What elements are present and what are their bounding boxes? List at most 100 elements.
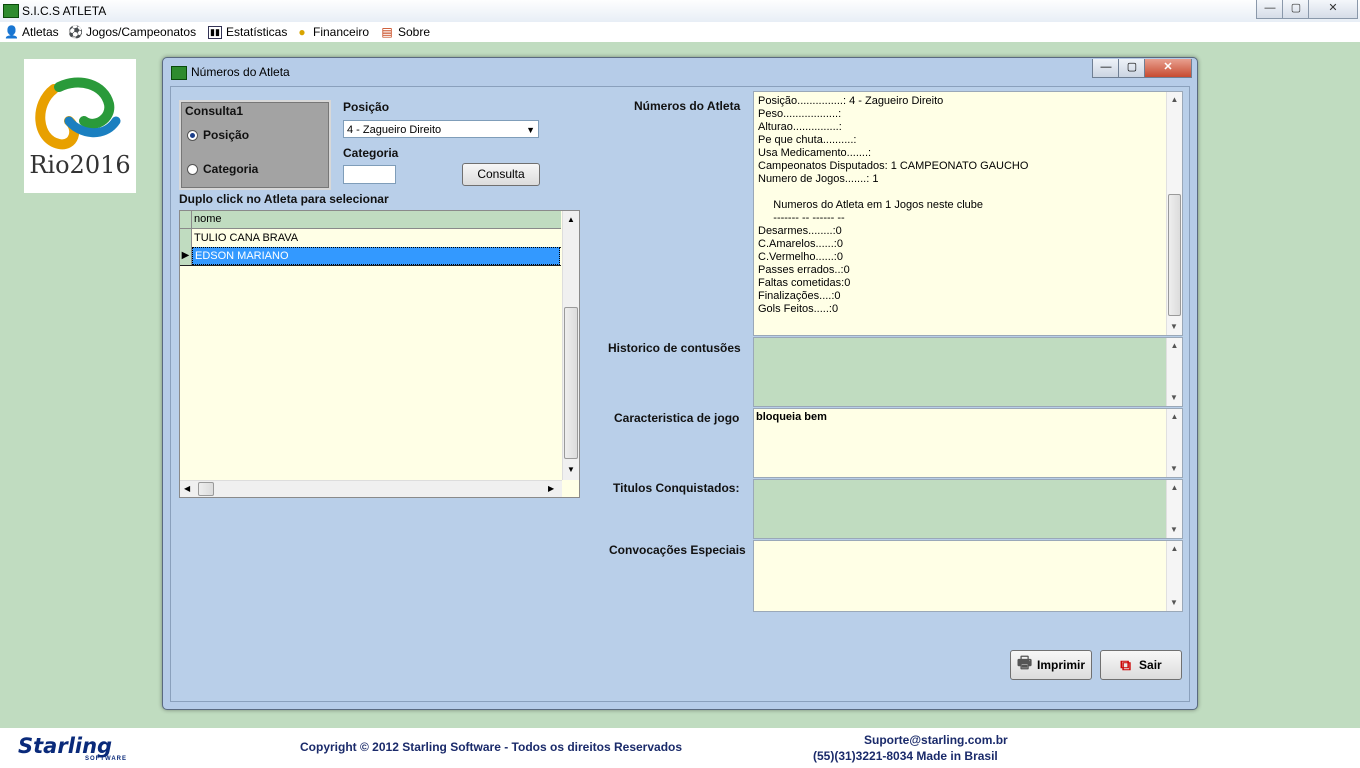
support-email[interactable]: Suporte@starling.com.br [864,733,1008,747]
row-nome[interactable]: TULIO CANA BRAVA [194,232,298,244]
app-icon [3,4,19,18]
titulos-scrollbar[interactable]: ▲ ▼ [1166,480,1182,538]
scroll-up-icon[interactable]: ▲ [1167,95,1182,104]
starling-logo: Starling [18,734,113,758]
chevron-down-icon[interactable]: ▼ [526,121,535,139]
radio-posicao-indicator[interactable] [187,129,198,141]
categoria-input[interactable] [343,165,396,184]
window-title: Números do Atleta [191,65,290,79]
menubar: 👤 Atletas ⚽ Jogos/Campeonatos ▮▮ Estatís… [0,22,1360,42]
posicao-value: 4 - Zagueiro Direito [347,124,442,136]
scroll-up-icon[interactable]: ▲ [1167,483,1182,492]
numeros-line: Campeonatos Disputados: 1 CAMPEONATO GAU… [758,160,1029,172]
posicao-label: Posição [343,100,390,114]
scroll-down-icon[interactable]: ▼ [1170,464,1178,473]
menu-label: Jogos/Campeonatos [86,25,197,39]
scroll-up-icon[interactable]: ▲ [1167,412,1182,421]
logo-text: Rio2016 [29,151,131,179]
sair-button[interactable]: ⧉ Sair [1100,650,1182,680]
numeros-content: Posição...............: 4 - Zagueiro Dir… [758,95,1028,316]
menu-label: Atletas [22,25,59,39]
menu-atletas[interactable]: 👤 Atletas [4,24,59,40]
radio-categoria[interactable]: Categoria [187,162,258,176]
scroll-down-icon[interactable]: ▼ [1170,598,1178,607]
numeros-line: ------- -- ------ -- [758,212,845,224]
menu-label: Financeiro [313,25,370,39]
numeros-line: Finalizações....:0 [758,290,841,302]
grid-header: nome [180,211,561,229]
scroll-up-icon[interactable]: ▲ [567,215,575,224]
radio-categoria-indicator[interactable] [187,163,198,175]
numeros-line: C.Amarelos......:0 [758,238,843,250]
child-minimize-button[interactable]: — [1092,59,1120,78]
caracteristica-scrollbar[interactable]: ▲ ▼ [1166,409,1182,477]
grid-hscroll-thumb[interactable] [198,482,214,496]
posicao-combobox[interactable]: 4 - Zagueiro Direito ▼ [343,120,539,138]
atletas-grid[interactable]: nome TULIO CANA BRAVA ▶ EDSON MARIANO ▲ … [179,210,580,498]
menu-financeiro[interactable]: ● Financeiro [295,24,369,40]
child-maximize-button[interactable]: ▢ [1118,59,1146,78]
maximize-button[interactable]: ▢ [1282,0,1310,19]
consulta-group: Consulta1 Posição Categoria [179,100,331,190]
numeros-scrollbar[interactable]: ▲ ▼ [1166,92,1182,335]
window-icon [171,66,187,80]
historico-textarea[interactable]: ▲ ▼ [753,337,1183,407]
grid-vertical-scrollbar[interactable]: ▲ ▼ [562,211,579,480]
printer-icon: 🖶 [1016,654,1033,672]
menu-sobre[interactable]: ▤ Sobre [380,24,430,40]
scroll-down-icon[interactable]: ▼ [1170,322,1178,331]
historico-scrollbar[interactable]: ▲ ▼ [1166,338,1182,406]
radio-posicao[interactable]: Posição [187,128,249,142]
support-phone: (55)(31)3221-8034 Made in Brasil [813,749,998,763]
scroll-left-icon[interactable]: ◀ [184,484,190,493]
scroll-down-icon[interactable]: ▼ [1170,525,1178,534]
caracteristica-value: bloqueia bem [756,411,827,423]
grid-horizontal-scrollbar[interactable]: ◀ ▶ [180,480,562,497]
numeros-line: Numero de Jogos.......: 1 [758,173,879,185]
rio2016-logo: Rio2016 [24,59,136,193]
scroll-up-icon[interactable]: ▲ [1167,544,1182,553]
soccer-ball-icon: ⚽ [68,25,83,39]
child-close-button[interactable]: ✕ [1144,59,1192,78]
numeros-line: Usa Medicamento.......: [758,147,872,159]
convocacoes-scrollbar[interactable]: ▲ ▼ [1166,541,1182,611]
scroll-down-icon[interactable]: ▼ [1170,393,1178,402]
historico-label: Historico de contusões [608,341,741,355]
scroll-right-icon[interactable]: ▶ [548,484,554,493]
grid-header-indicator [180,211,192,228]
scroll-up-icon[interactable]: ▲ [1167,341,1182,350]
numeros-label: Números do Atleta [634,99,741,113]
sair-label: Sair [1139,658,1162,672]
numeros-scroll-thumb[interactable] [1168,194,1181,316]
titulos-label: Titulos Conquistados: [613,481,740,495]
convocacoes-textarea[interactable]: ▲ ▼ [753,540,1183,612]
consulta-button[interactable]: Consulta [462,163,540,186]
grid-scroll-thumb[interactable] [564,307,578,459]
coins-icon: ● [298,25,306,39]
imprimir-label: Imprimir [1037,658,1086,672]
numeros-line: Alturao...............: [758,121,842,133]
titulos-textarea[interactable]: ▲ ▼ [753,479,1183,539]
radio-posicao-label: Posição [203,128,250,142]
close-button[interactable]: ✕ [1308,0,1358,19]
bar-chart-icon: ▮▮ [208,25,222,39]
info-window-icon: ▤ [381,25,393,39]
minimize-button[interactable]: — [1256,0,1284,19]
numeros-line [758,186,1028,199]
caracteristica-textarea[interactable]: bloqueia bem ▲ ▼ [753,408,1183,478]
menu-label: Estatísticas [226,25,288,39]
user-icon: 👤 [4,25,19,39]
row-nome[interactable]: EDSON MARIANO [192,247,560,265]
scroll-down-icon[interactable]: ▼ [567,465,575,474]
row-pointer-icon: ▶ [180,247,192,265]
menu-estatisticas[interactable]: ▮▮ Estatísticas [208,24,287,40]
numeros-line: Pe que chuta..........: [758,134,857,146]
exit-window-icon: ⧉ [1120,656,1132,674]
starling-logo-sub: SOFTWARE [85,756,127,762]
imprimir-button[interactable]: 🖶 Imprimir [1010,650,1092,680]
table-row[interactable]: TULIO CANA BRAVA [180,229,561,248]
table-row-selected[interactable]: ▶ EDSON MARIANO [180,247,561,266]
grid-column-nome[interactable]: nome [194,213,222,225]
numeros-textarea[interactable]: Posição...............: 4 - Zagueiro Dir… [753,91,1183,336]
menu-jogos-campeonatos[interactable]: ⚽ Jogos/Campeonatos [68,24,196,40]
